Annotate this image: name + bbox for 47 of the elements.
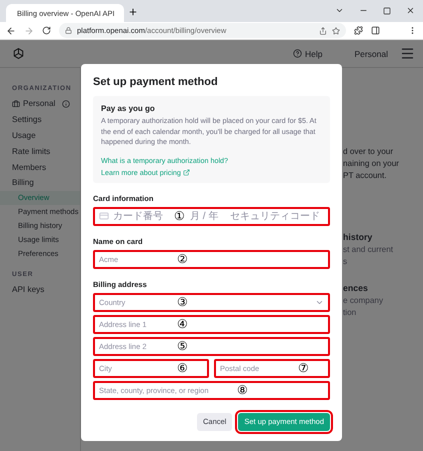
sidebar-item[interactable]: API keys <box>0 282 80 298</box>
side-panel-icon[interactable] <box>371 26 380 35</box>
sidebar-item[interactable]: Settings <box>0 112 80 128</box>
back-icon[interactable] <box>6 26 16 36</box>
help-link[interactable]: Help <box>292 48 322 58</box>
card-heading: history <box>343 231 374 244</box>
card-number-field[interactable]: カード番号 <box>113 210 169 222</box>
sidebar-item[interactable]: Members <box>0 159 80 175</box>
sidebar-item[interactable]: Billing <box>0 174 80 191</box>
account-name[interactable]: Personal <box>354 48 388 58</box>
share-icon[interactable] <box>319 26 327 34</box>
card-text: e company <box>343 295 384 306</box>
annotation-number: ⑦ <box>298 362 309 374</box>
sidebar-item[interactable]: Rate limits <box>0 143 80 160</box>
annotation-number: ⑧ <box>236 384 248 396</box>
annotation-number: ⑤ <box>177 340 188 352</box>
info-title: Pay as you go <box>101 104 156 113</box>
sidebar-item[interactable]: Usage <box>0 128 80 144</box>
star-icon[interactable] <box>332 26 340 34</box>
tab-search-icon[interactable] <box>335 6 344 15</box>
organization-selector[interactable]: Personal <box>0 96 80 112</box>
annotation-number: ① <box>174 210 186 222</box>
intro-text: d over to your <box>343 146 394 158</box>
briefcase-icon <box>12 100 20 108</box>
card-text: s <box>343 256 348 267</box>
annotation-number: ③ <box>177 296 188 308</box>
logo-icon <box>12 47 25 60</box>
lock-icon <box>65 27 72 34</box>
annotation-number: ④ <box>177 318 188 330</box>
extensions-icon[interactable] <box>354 26 363 35</box>
annotation-number: ⑥ <box>177 362 188 374</box>
expiry-field[interactable]: 月 / 年 <box>190 210 226 222</box>
dialog-title: Set up payment method <box>93 76 219 88</box>
intro-text: naining on your <box>343 158 400 170</box>
help-icon <box>292 49 302 58</box>
security-code-field[interactable]: セキュリティコード <box>230 210 324 222</box>
card-icon <box>99 211 109 221</box>
reload-icon[interactable] <box>42 26 51 35</box>
info-icon <box>62 100 70 108</box>
card-text: st and current <box>343 244 394 256</box>
card-heading: ences <box>343 282 369 295</box>
close-icon[interactable] <box>406 6 415 15</box>
maximize-icon[interactable] <box>383 6 391 14</box>
intro-text: PT account. <box>343 170 388 182</box>
card-text: tion <box>343 306 358 318</box>
annotation-number: ② <box>177 253 188 265</box>
new-tab-icon[interactable] <box>128 7 138 17</box>
